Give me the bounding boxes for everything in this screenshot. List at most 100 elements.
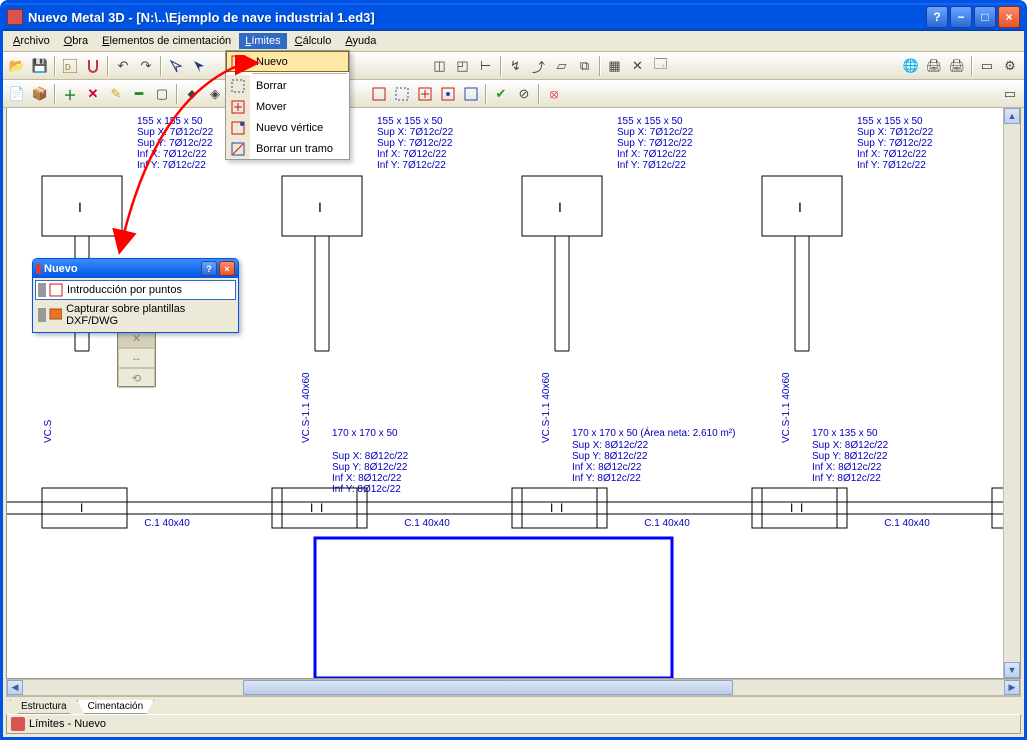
box2-icon[interactable]: ▢ [151, 83, 173, 105]
select-alt-icon[interactable] [188, 55, 210, 77]
tab-estructura[interactable]: Estructura [10, 700, 78, 714]
check-icon[interactable]: ✔ [490, 83, 512, 105]
foot2-icon[interactable]: ◰ [452, 55, 474, 77]
sheet-icon[interactable]: 📄 [6, 83, 28, 105]
svg-text:Inf X: 7Ø12c/22: Inf X: 7Ø12c/22 [377, 149, 447, 160]
select-icon[interactable] [165, 55, 187, 77]
menu-archivo[interactable]: Archivo [7, 33, 56, 49]
floater-rotate[interactable]: ⟲ [118, 368, 155, 388]
dialog-row-capturar-dxf[interactable]: Capturar sobre plantillas DXF/DWG [35, 300, 236, 330]
path2-icon[interactable]: ⤴ [528, 55, 550, 77]
config-icon[interactable]: ⚙ [999, 55, 1021, 77]
svg-text:Inf X: 7Ø12c/22: Inf X: 7Ø12c/22 [137, 149, 207, 160]
minus-icon[interactable]: ━ [128, 83, 150, 105]
minimize-button[interactable]: − [950, 6, 972, 28]
svg-text:Inf Y: 7Ø12c/22: Inf Y: 7Ø12c/22 [617, 160, 686, 171]
stop-icon[interactable]: ⦻ [543, 83, 565, 105]
printers-icon[interactable]: 🖨 [946, 55, 968, 77]
svg-text:Inf Y: 7Ø12c/22: Inf Y: 7Ø12c/22 [857, 160, 926, 171]
scroll-thumb[interactable] [243, 680, 733, 695]
svg-text:Sup Y: 7Ø12c/22: Sup Y: 7Ø12c/22 [377, 138, 453, 149]
close-button[interactable]: × [998, 6, 1020, 28]
lim-mover-icon[interactable] [414, 83, 436, 105]
svg-text:Sup X: 8Ø12c/22: Sup X: 8Ø12c/22 [332, 451, 409, 462]
menu-obra[interactable]: Obra [58, 33, 94, 49]
svg-text:Sup X: 7Ø12c/22: Sup X: 7Ø12c/22 [137, 127, 214, 138]
svg-text:Inf Y: 7Ø12c/22: Inf Y: 7Ø12c/22 [137, 160, 206, 171]
undo-icon[interactable]: ↶ [112, 55, 134, 77]
dropdown-nuevo[interactable]: Nuevo [226, 51, 349, 72]
svg-text:C.1 40x40: C.1 40x40 [884, 518, 930, 529]
x-icon[interactable]: ✕ [82, 83, 104, 105]
svg-text:Inf Y: 8Ø12c/22: Inf Y: 8Ø12c/22 [812, 473, 881, 484]
dialog-row-intro-puntos[interactable]: Introducción por puntos [35, 280, 236, 300]
calc-icon[interactable]: ⧉ [574, 55, 596, 77]
svg-text:VC.S-1.1 40x60: VC.S-1.1 40x60 [781, 372, 792, 443]
scroll-right[interactable]: ▶ [1004, 680, 1020, 695]
svg-text:170 x 170 x 50 (Área neta: 2.6: 170 x 170 x 50 (Área neta: 2.610 m²) [572, 426, 735, 439]
layout-icon[interactable]: ▭ [976, 55, 998, 77]
svg-text:Inf X: 7Ø12c/22: Inf X: 7Ø12c/22 [617, 149, 687, 160]
svg-text:C.1 40x40: C.1 40x40 [644, 518, 690, 529]
poly-icon[interactable]: ▱ [551, 55, 573, 77]
dropdown-borrar[interactable]: Borrar [226, 75, 349, 96]
dropdown-nuevo-vertice[interactable]: Nuevo vértice [226, 117, 349, 138]
tab-cimentacion[interactable]: Cimentación [77, 700, 155, 714]
globe-icon[interactable]: 🌐 [900, 55, 922, 77]
path-icon[interactable]: ↯ [505, 55, 527, 77]
foot-icon[interactable]: ◫ [429, 55, 451, 77]
svg-text:D: D [65, 63, 71, 72]
canvas[interactable]: 155 x 155 x 50Sup X: 7Ø12c/22Sup Y: 7Ø12… [6, 108, 1021, 679]
menu-ayuda[interactable]: Ayuda [339, 33, 382, 49]
scroll-left[interactable]: ◀ [7, 680, 23, 695]
svg-text:Inf X: 7Ø12c/22: Inf X: 7Ø12c/22 [857, 149, 927, 160]
dialog-help-button[interactable]: ? [201, 261, 217, 276]
svg-text:155 x 155 x 50: 155 x 155 x 50 [857, 116, 923, 127]
lim-nuevo-icon[interactable] [368, 83, 390, 105]
svg-text:I: I [800, 501, 803, 515]
vertical-scrollbar[interactable]: ▲ ▼ [1003, 108, 1020, 678]
dim-icon[interactable]: ⊢ [475, 55, 497, 77]
lim-vertex-icon[interactable] [437, 83, 459, 105]
statusbar: Límites - Nuevo [6, 714, 1021, 734]
svg-text:I: I [560, 501, 563, 515]
app-icon [7, 9, 23, 25]
plus-icon[interactable]: ＋ [59, 83, 81, 105]
view-icon[interactable]: ▭ [999, 83, 1021, 105]
menu-elementos[interactable]: Elementos de cimentación [96, 33, 237, 49]
dropdown-mover[interactable]: Mover [226, 96, 349, 117]
scroll-down[interactable]: ▼ [1004, 662, 1020, 678]
node-icon[interactable]: ⬥ [181, 83, 203, 105]
svg-text:Sup X: 7Ø12c/22: Sup X: 7Ø12c/22 [377, 127, 454, 138]
svg-text:Inf Y: 7Ø12c/22: Inf Y: 7Ø12c/22 [377, 160, 446, 171]
bottom-tabs: Estructura Cimentación [6, 696, 1021, 714]
print-icon[interactable]: 🖨 [923, 55, 945, 77]
svg-text:Sup Y: 7Ø12c/22: Sup Y: 7Ø12c/22 [137, 138, 213, 149]
svg-text:I: I [320, 501, 323, 515]
props-icon[interactable]: 🗔 [650, 55, 672, 77]
save-icon[interactable]: 💾 [29, 55, 51, 77]
tools-icon[interactable]: ✕ [627, 55, 649, 77]
floater-move[interactable]: ↔ [118, 348, 155, 368]
help-button[interactable]: ? [926, 6, 948, 28]
grid-icon[interactable]: ▦ [604, 55, 626, 77]
svg-text:Inf X: 8Ø12c/22: Inf X: 8Ø12c/22 [332, 473, 402, 484]
deny-icon[interactable]: ⊘ [513, 83, 535, 105]
maximize-button[interactable]: □ [974, 6, 996, 28]
redo-icon[interactable]: ↷ [135, 55, 157, 77]
menu-limites[interactable]: Límites [239, 33, 286, 49]
box-icon[interactable]: 📦 [29, 83, 51, 105]
pencil-icon[interactable]: ✎ [105, 83, 127, 105]
magnet-icon[interactable] [82, 55, 104, 77]
svg-text:I: I [310, 501, 313, 515]
node2-icon[interactable]: ◈ [204, 83, 226, 105]
horizontal-scrollbar[interactable]: ◀ ▶ [6, 679, 1021, 696]
lim-tramo-icon[interactable] [460, 83, 482, 105]
dropdown-borrar-tramo[interactable]: Borrar un tramo [226, 138, 349, 159]
open-file-icon[interactable]: 📂 [6, 55, 28, 77]
dialog-close-button[interactable]: × [219, 261, 235, 276]
scroll-up[interactable]: ▲ [1004, 108, 1020, 124]
menu-calculo[interactable]: Cálculo [289, 33, 338, 49]
dxf-icon[interactable]: D [59, 55, 81, 77]
lim-borrar-icon[interactable] [391, 83, 413, 105]
